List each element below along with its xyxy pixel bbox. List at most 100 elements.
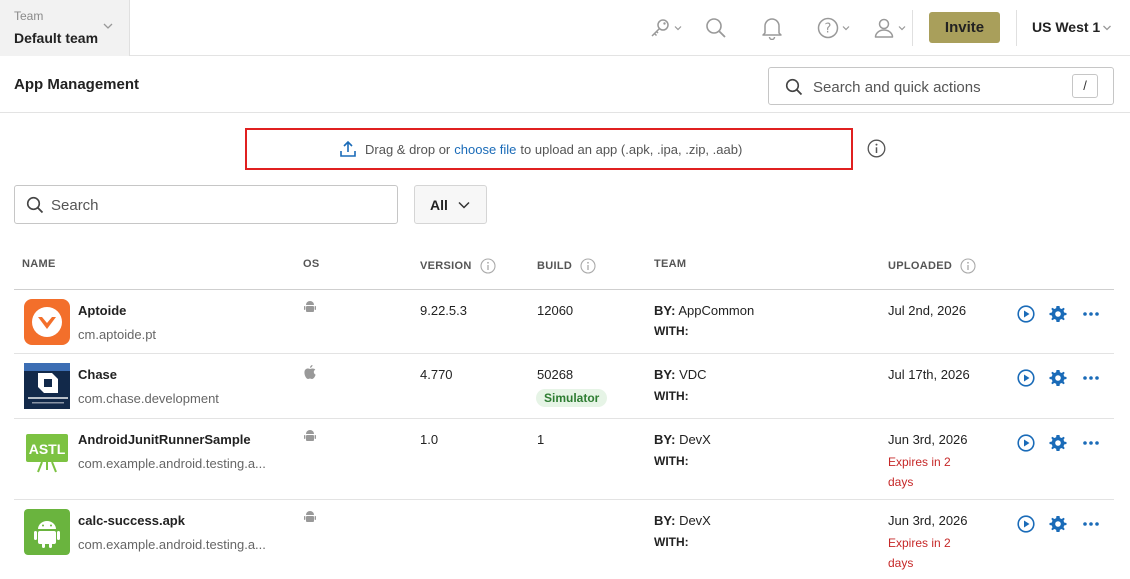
upload-dropzone[interactable]: Drag & drop or choose file to upload an … bbox=[245, 128, 853, 170]
team-by: BY: DevX bbox=[654, 432, 711, 447]
chevron-down-icon bbox=[1103, 25, 1111, 31]
gear-icon[interactable] bbox=[1049, 515, 1067, 533]
upload-prompt: Drag & drop or choose file to upload an … bbox=[339, 140, 742, 158]
more-icon[interactable] bbox=[1082, 375, 1100, 381]
region-selector[interactable]: US West 1 bbox=[1032, 19, 1100, 35]
quick-actions-search[interactable]: / bbox=[768, 67, 1114, 105]
chevron-down-icon bbox=[103, 23, 113, 29]
user-icon bbox=[874, 18, 894, 38]
chevron-down-icon bbox=[458, 201, 470, 209]
app-search[interactable] bbox=[14, 185, 398, 224]
app-search-input[interactable] bbox=[51, 194, 371, 216]
divider bbox=[912, 10, 913, 46]
info-icon[interactable] bbox=[580, 258, 596, 274]
team-by: BY: AppCommon bbox=[654, 303, 755, 318]
table-row[interactable]: Aptoide cm.aptoide.pt 9.22.5.3 12060 BY:… bbox=[14, 290, 1114, 354]
column-header-os[interactable]: OS bbox=[303, 258, 320, 270]
upload-text-before: Drag & drop or bbox=[365, 141, 451, 157]
uploaded-date: Jul 17th, 2026 bbox=[888, 367, 970, 382]
column-header-team[interactable]: TEAM bbox=[654, 258, 686, 270]
team-with: WITH: bbox=[654, 535, 689, 549]
search-icon bbox=[706, 18, 726, 38]
app-icon-aptoide bbox=[24, 299, 70, 345]
chevron-down-icon bbox=[842, 26, 850, 31]
help-icon: ? bbox=[817, 17, 839, 39]
team-switcher[interactable]: Team Default team bbox=[0, 0, 130, 56]
column-header-name[interactable]: NAME bbox=[22, 258, 56, 270]
gear-icon[interactable] bbox=[1049, 305, 1067, 323]
bell-icon bbox=[762, 18, 782, 40]
quick-actions-input[interactable] bbox=[813, 76, 1063, 98]
search-icon bbox=[785, 78, 803, 96]
team-by: BY: DevX bbox=[654, 513, 711, 528]
header-divider bbox=[0, 112, 1130, 113]
page-title: App Management bbox=[14, 76, 140, 93]
android-icon bbox=[304, 511, 316, 522]
table-row[interactable]: calc-success.apk com.example.android.tes… bbox=[14, 500, 1114, 579]
app-icon-chase bbox=[24, 363, 70, 409]
help-button[interactable]: ? bbox=[816, 14, 850, 42]
uploaded-date: Jun 3rd, 2026 bbox=[888, 513, 968, 528]
astl-icon-label: ASTL bbox=[29, 441, 66, 457]
divider bbox=[1016, 10, 1017, 46]
app-package: com.example.android.testing.a... bbox=[78, 456, 266, 471]
app-icon-astl: ASTL bbox=[24, 428, 70, 474]
choose-file-link[interactable]: choose file bbox=[454, 142, 516, 157]
key-icon bbox=[651, 19, 669, 37]
team-name: Default team bbox=[14, 30, 99, 46]
info-icon[interactable] bbox=[480, 258, 496, 274]
play-icon[interactable] bbox=[1017, 434, 1035, 452]
column-header-build[interactable]: BUILD bbox=[537, 258, 596, 274]
more-icon[interactable] bbox=[1082, 440, 1100, 446]
team-with: WITH: bbox=[654, 389, 689, 403]
app-version: 4.770 bbox=[420, 367, 453, 382]
column-header-version[interactable]: VERSION bbox=[420, 258, 496, 274]
app-name[interactable]: Aptoide bbox=[78, 303, 126, 318]
os-filter-dropdown[interactable]: All bbox=[414, 185, 487, 224]
app-name[interactable]: calc-success.apk bbox=[78, 513, 185, 528]
top-bar: Team Default team ? Invite US West 1 bbox=[0, 0, 1130, 56]
app-package: com.example.android.testing.a... bbox=[78, 537, 266, 552]
svg-text:?: ? bbox=[825, 22, 832, 37]
android-icon bbox=[304, 301, 316, 312]
notifications-button[interactable] bbox=[761, 14, 783, 42]
invite-button[interactable]: Invite bbox=[929, 12, 1000, 43]
uploaded-date: Jul 2nd, 2026 bbox=[888, 303, 967, 318]
info-icon[interactable] bbox=[867, 139, 886, 158]
play-icon[interactable] bbox=[1017, 305, 1035, 323]
simulator-badge: Simulator bbox=[536, 389, 608, 407]
play-icon[interactable] bbox=[1017, 515, 1035, 533]
table-row[interactable]: ASTL AndroidJunitRunnerSample com.exampl… bbox=[14, 419, 1114, 500]
info-icon[interactable] bbox=[960, 258, 976, 274]
app-build: 1 bbox=[537, 432, 545, 447]
expiry-warning: Expires in 2 days bbox=[888, 536, 951, 570]
chevron-down-icon bbox=[898, 26, 906, 31]
more-icon[interactable] bbox=[1082, 521, 1100, 527]
app-name[interactable]: AndroidJunitRunnerSample bbox=[78, 432, 251, 447]
team-with: WITH: bbox=[654, 324, 689, 338]
app-build: 12060 bbox=[537, 303, 574, 318]
more-icon[interactable] bbox=[1082, 311, 1100, 317]
apple-icon bbox=[304, 365, 316, 379]
column-header-uploaded[interactable]: UPLOADED bbox=[888, 258, 976, 274]
app-version: 1.0 bbox=[420, 432, 439, 447]
upload-icon bbox=[340, 140, 356, 157]
app-name[interactable]: Chase bbox=[78, 367, 117, 382]
user-menu-button[interactable] bbox=[872, 14, 906, 42]
team-with: WITH: bbox=[654, 454, 689, 468]
android-icon bbox=[304, 430, 316, 441]
key-button[interactable] bbox=[648, 14, 682, 42]
chevron-down-icon bbox=[674, 26, 682, 31]
team-caption: Team bbox=[14, 9, 44, 23]
expiry-warning: Expires in 2 days bbox=[888, 455, 951, 489]
gear-icon[interactable] bbox=[1049, 434, 1067, 452]
app-package: cm.aptoide.pt bbox=[78, 327, 157, 342]
gear-icon[interactable] bbox=[1049, 369, 1067, 387]
play-icon[interactable] bbox=[1017, 369, 1035, 387]
uploaded-date: Jun 3rd, 2026 bbox=[888, 432, 968, 447]
search-icon bbox=[26, 196, 44, 214]
table-row[interactable]: Chase com.chase.development 4.770 50268 … bbox=[14, 354, 1114, 419]
shortcut-key: / bbox=[1072, 74, 1098, 98]
search-button[interactable] bbox=[704, 14, 728, 42]
app-version: 9.22.5.3 bbox=[420, 303, 467, 318]
